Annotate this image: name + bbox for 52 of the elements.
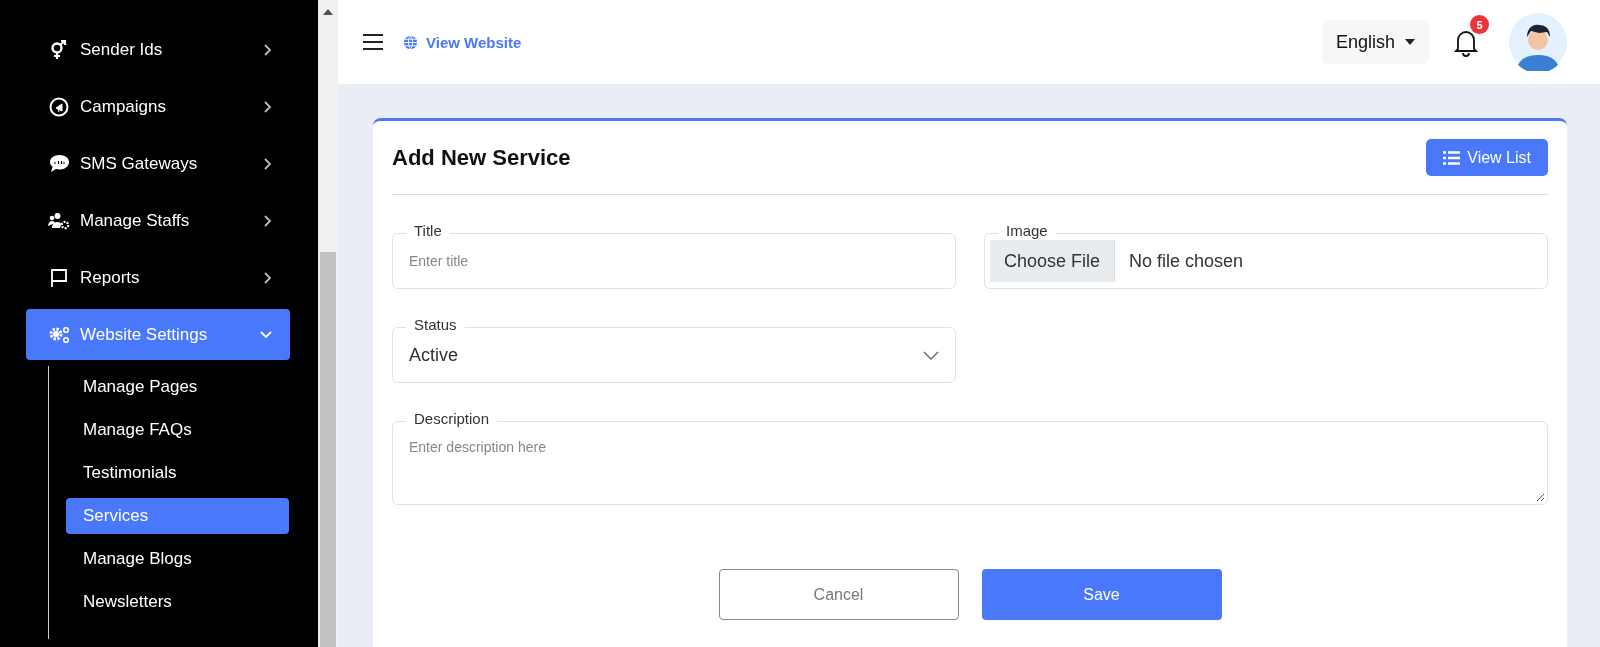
field-label: Description — [406, 410, 498, 427]
placeholder-text: Enter description here — [409, 439, 546, 455]
scroll-up-icon[interactable] — [323, 9, 333, 15]
placeholder-text: Enter title — [409, 253, 469, 269]
gears-icon — [48, 325, 70, 344]
submenu-item[interactable]: Newsletters — [66, 584, 289, 620]
notification-badge: 5 — [1470, 15, 1489, 34]
submenu-item[interactable]: Manage Blogs — [66, 541, 289, 577]
status-select[interactable]: Status Active — [392, 316, 956, 383]
chevron-down-icon — [260, 330, 272, 339]
chevron-right-icon — [264, 100, 272, 113]
sidebar-item[interactable]: SMS Gateways — [26, 138, 290, 189]
resize-grip-icon[interactable] — [1536, 493, 1545, 502]
chevron-right-icon — [264, 214, 272, 227]
choose-file-button[interactable]: Choose File — [990, 240, 1116, 282]
sidebar-item[interactable]: Campaigns — [26, 81, 290, 132]
gender-icon — [50, 39, 68, 60]
view-website-link[interactable]: View Website — [403, 33, 522, 51]
sidebar-item[interactable]: Reports — [26, 252, 290, 303]
users-gear-icon — [48, 211, 70, 230]
menu-icon[interactable] — [363, 34, 383, 50]
caret-icon — [1405, 39, 1415, 45]
sidebar-item[interactable]: Website Settings — [26, 309, 290, 360]
chevron-right-icon — [264, 157, 272, 170]
sidebar-item[interactable]: Sender Ids — [26, 24, 290, 75]
language-dropdown[interactable]: English — [1321, 20, 1429, 64]
chevron-right-icon — [264, 271, 272, 284]
file-status-text: No file chosen — [1129, 250, 1245, 272]
submenu-item[interactable]: Testimonials — [66, 455, 289, 491]
chevron-down-icon — [923, 350, 939, 360]
title-input-field[interactable]: Title Enter title — [392, 222, 956, 289]
scrollbar-thumb[interactable] — [320, 252, 336, 647]
save-button[interactable]: Save — [981, 569, 1222, 620]
submenu-item[interactable]: Manage FAQs — [66, 412, 289, 448]
description-textarea[interactable]: Description Enter description here — [392, 410, 1548, 505]
avatar[interactable] — [1509, 13, 1567, 71]
file-input-field[interactable]: Image Choose File No file chosen — [984, 222, 1548, 289]
chevron-right-icon — [264, 43, 272, 56]
sms-bubble-icon — [48, 154, 70, 173]
form-title: Add New Service — [392, 144, 571, 171]
submenu-item[interactable]: Services — [66, 498, 289, 534]
list-icon — [1443, 150, 1461, 165]
view-list-button[interactable]: View List — [1426, 139, 1548, 176]
globe-icon — [403, 34, 418, 50]
flag-icon — [50, 267, 68, 288]
field-label: Title — [406, 222, 450, 239]
cancel-button[interactable]: Cancel — [718, 569, 959, 620]
submenu-item[interactable]: Manage Pages — [66, 369, 289, 405]
sidebar-item[interactable]: Manage Staffs — [26, 195, 290, 246]
bullhorn-circle-icon — [49, 96, 69, 117]
scrollbar[interactable] — [318, 0, 338, 647]
selected-value: Active — [409, 344, 460, 366]
